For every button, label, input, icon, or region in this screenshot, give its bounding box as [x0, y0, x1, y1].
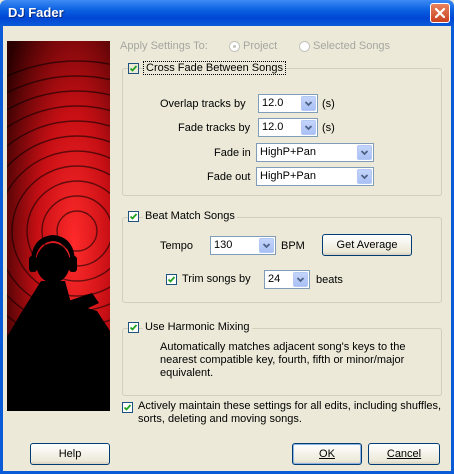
radio-selected-songs-label: Selected Songs [313, 40, 391, 52]
beatmatch-checkbox[interactable] [128, 211, 139, 222]
checkmark-icon [167, 276, 176, 283]
radio-selected-songs[interactable] [299, 41, 310, 52]
trim-checkbox[interactable] [166, 274, 177, 285]
window-title: DJ Fader [8, 5, 64, 20]
checkmark-icon [129, 324, 138, 331]
chevron-down-icon [360, 174, 369, 180]
get-average-button[interactable]: Get Average [322, 234, 412, 256]
fade-tracks-combo[interactable]: 12.0 [258, 118, 318, 137]
close-icon [434, 7, 446, 19]
fade-out-value: HighP+Pan [260, 170, 316, 182]
maintain-label-line: Actively maintain these settings for all… [138, 400, 442, 412]
overlap-combo[interactable]: 12.0 [258, 94, 318, 113]
fade-in-combo[interactable]: HighP+Pan [256, 143, 374, 162]
dropdown-arrow[interactable] [301, 120, 316, 135]
trim-combo[interactable]: 24 [264, 270, 310, 289]
crossfade-checkbox[interactable] [128, 63, 139, 74]
fade-in-value: HighP+Pan [260, 146, 316, 158]
tempo-value: 130 [214, 239, 233, 251]
dropdown-arrow[interactable] [357, 169, 372, 184]
harmonic-checkbox[interactable] [128, 322, 139, 333]
harmonic-description: Automatically matches adjacent song's ke… [160, 341, 438, 380]
fade-tracks-label: Fade tracks by [178, 122, 251, 134]
checkmark-icon [129, 65, 138, 72]
dropdown-arrow[interactable] [259, 238, 274, 253]
overlap-unit: (s) [322, 98, 335, 110]
fade-tracks-value: 12.0 [262, 121, 284, 133]
chevron-down-icon [304, 125, 313, 131]
apply-settings-label: Apply Settings To: [120, 40, 208, 52]
dropdown-arrow[interactable] [357, 145, 372, 160]
radio-project-label: Project [243, 40, 278, 52]
maintain-label: Actively maintain these settings for all… [138, 400, 444, 426]
beatmatch-label: Beat Match Songs [143, 210, 237, 222]
chevron-down-icon [296, 277, 305, 283]
dj-silhouette-art [7, 41, 110, 411]
help-button[interactable]: Help [30, 443, 110, 465]
close-button[interactable] [430, 3, 450, 23]
checkmark-icon [123, 404, 132, 411]
trim-unit: beats [316, 274, 343, 286]
fade-out-label: Fade out [207, 171, 251, 183]
maintain-checkbox[interactable] [122, 402, 133, 413]
ok-button[interactable]: OK [292, 443, 362, 465]
harmonic-description-line: nearest compatible key, fourth, fifth or… [160, 354, 405, 366]
chevron-down-icon [262, 243, 271, 249]
chevron-down-icon [304, 101, 313, 107]
ok-button-label: OK [319, 448, 335, 460]
fade-in-label: Fade in [214, 147, 251, 159]
trim-label: Trim songs by [182, 273, 251, 285]
beatmatch-group [122, 217, 442, 303]
overlap-value: 12.0 [262, 97, 284, 109]
checkmark-icon [129, 213, 138, 220]
crossfade-label: Cross Fade Between Songs [143, 61, 286, 75]
harmonic-description-line: Automatically matches adjacent song's ke… [160, 341, 406, 353]
title-bar[interactable]: DJ Fader [0, 0, 454, 26]
dropdown-arrow[interactable] [301, 96, 316, 111]
dropdown-arrow[interactable] [293, 272, 308, 287]
tempo-unit: BPM [281, 240, 305, 252]
overlap-label: Overlap tracks by [160, 98, 246, 110]
fade-tracks-unit: (s) [322, 122, 335, 134]
maintain-label-line: sorts, deleting and moving songs. [138, 413, 302, 425]
harmonic-description-line: equivalent. [160, 367, 214, 379]
harmonic-label: Use Harmonic Mixing [143, 321, 252, 333]
radio-project[interactable] [229, 41, 240, 52]
tempo-label: Tempo [160, 240, 194, 252]
cancel-button[interactable]: Cancel [368, 443, 440, 465]
trim-value: 24 [268, 273, 281, 285]
dj-artwork-image [7, 41, 110, 411]
chevron-down-icon [360, 150, 369, 156]
fade-out-combo[interactable]: HighP+Pan [256, 167, 374, 186]
cancel-button-label: Cancel [386, 448, 422, 460]
tempo-combo[interactable]: 130 [210, 236, 276, 255]
